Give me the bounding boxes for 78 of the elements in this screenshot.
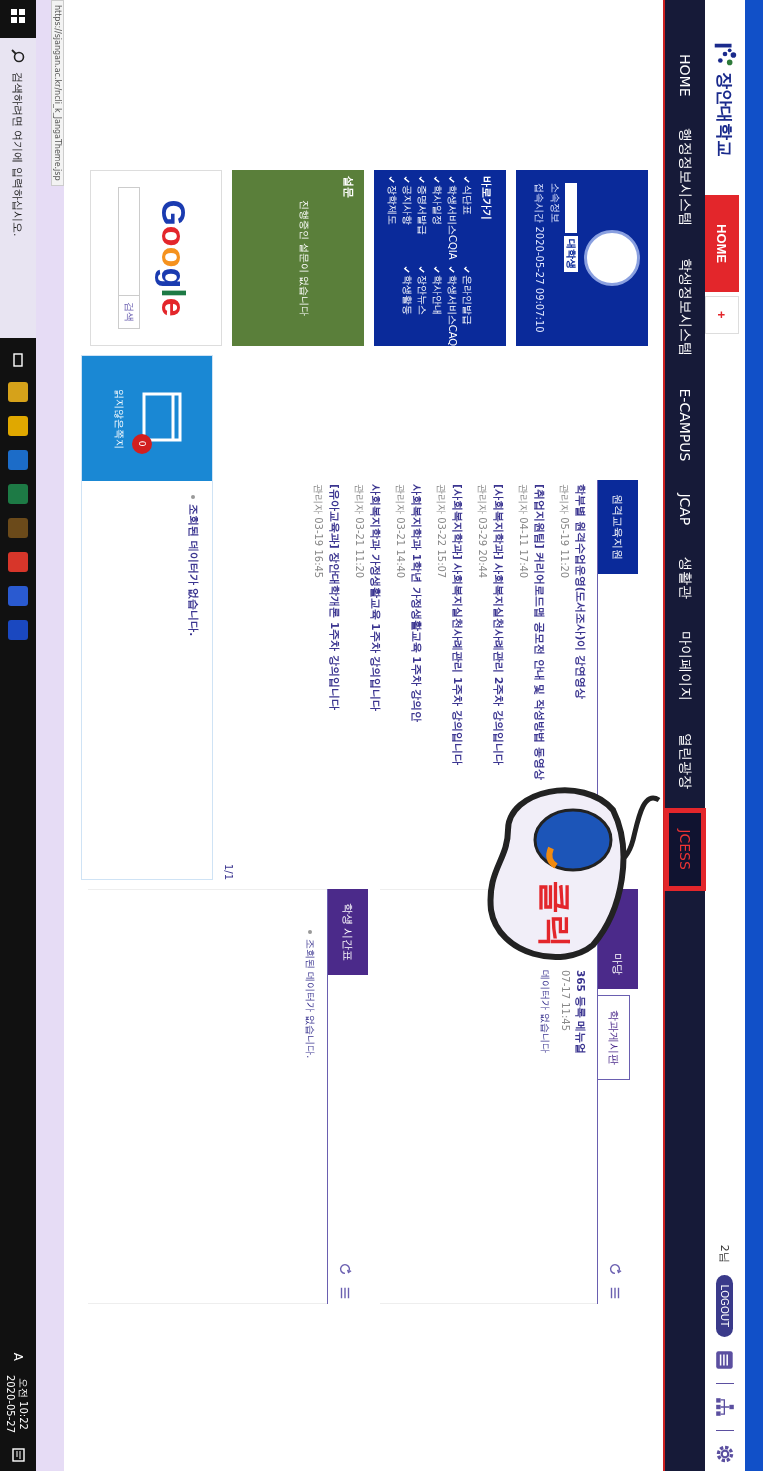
post-link[interactable]: [유아교육과] 장안대학개론 1주차 강의입니다: [327, 484, 341, 710]
logout-button[interactable]: LOGOUT: [716, 1274, 734, 1337]
card-title: 설문: [341, 176, 356, 200]
taskbar-search-field[interactable]: 검색하려면 여기에 입력하십시오.: [0, 38, 36, 338]
post-meta: 관리자 03-29 20:44: [476, 484, 489, 579]
card-title: 읽지않은쪽지: [113, 388, 126, 449]
sitemap-icon[interactable]: [714, 1396, 736, 1418]
quick-link[interactable]: 학사안내: [430, 265, 444, 347]
post-meta: 관리자 03-21 11:20: [353, 484, 366, 579]
post-link[interactable]: 365 등록 메뉴얼: [573, 970, 587, 1055]
nav-link[interactable]: 학생정보시스템: [668, 242, 702, 373]
nav-link[interactable]: E-CAMPUS: [669, 372, 701, 478]
nav-link[interactable]: JCAP: [669, 477, 701, 542]
tab[interactable]: 학과게시판: [598, 995, 630, 1080]
quick-link[interactable]: 학생활동: [400, 265, 414, 347]
profile-info: 접속시간 2020-05-27 09:07:10: [533, 183, 546, 333]
post-meta: 관리자 03-22 15:07: [435, 484, 448, 579]
redaction-block: [565, 183, 577, 234]
nav-link[interactable]: 행정정보시스템: [668, 112, 702, 243]
windows-start-icon[interactable]: [10, 8, 26, 24]
tab[interactable]: 학생 시간표: [328, 889, 368, 976]
post-link[interactable]: [취업지원팀] 커리어로드맵 공모전 안내 및 작성방법 동영상: [532, 484, 546, 780]
pager: 1/1: [223, 863, 234, 880]
user-name: 대학생: [564, 236, 578, 273]
refresh-icon[interactable]: [608, 1262, 622, 1276]
window-icon: [142, 391, 182, 442]
card-title: 바로가기: [480, 176, 493, 220]
logo-text: 장안대학교: [714, 72, 737, 157]
profile-info: 소속정보: [549, 183, 562, 226]
tab[interactable]: HOME: [705, 195, 739, 292]
post-link[interactable]: 학부별 원격수업운영(도서조사)이 강연영상: [573, 484, 587, 699]
post-meta: 관리자 03-21 14:40: [394, 484, 407, 579]
quick-link[interactable]: 온라인발급: [460, 265, 474, 347]
clock-date[interactable]: 2020-05-27: [5, 1374, 17, 1433]
user-name: 2님: [717, 1244, 733, 1263]
quick-link[interactable]: 학생서비스CAQ: [445, 265, 459, 347]
menu-icon[interactable]: [338, 1286, 352, 1300]
post-link[interactable]: 사회복지학과 1학년 가정생활교육 1주차 강의안: [409, 484, 423, 723]
survey-message: 진행중인 설문이 없습니다: [298, 198, 311, 319]
post-meta: 07-17 11:45: [560, 970, 571, 1032]
bullet-icon: [308, 930, 312, 934]
ime-indicator[interactable]: A: [11, 1352, 25, 1361]
tab[interactable]: +: [705, 296, 739, 334]
status-url: https://sjangan.ac.kr/ncli_k_JangaTheme.jsp: [51, 0, 64, 186]
quick-link[interactable]: 식단표: [460, 176, 474, 260]
post-meta: 관리자 05-19 11:20: [558, 484, 571, 579]
quick-link[interactable]: 학생서비스CQIA: [445, 176, 459, 260]
post-link[interactable]: [사회복지학과] 사회복지실천사례관리 2주차 강의입니다: [491, 484, 505, 765]
search-icon: [10, 48, 26, 64]
post-link[interactable]: 사회복지학과 가정생활교육 1주차 강의입니다: [368, 484, 382, 712]
post-meta: 관리자 04-11 17:40: [517, 484, 530, 579]
calendar-icon[interactable]: [714, 1349, 736, 1371]
menu-icon[interactable]: [608, 1286, 622, 1300]
nav-link[interactable]: 마이페이지: [668, 615, 702, 718]
post-meta: 관리자 03-19 16:45: [312, 484, 325, 579]
tab[interactable]: 원격교육지원: [598, 480, 638, 574]
empty-message: 데이터가 없습니다: [539, 970, 552, 1056]
avatar-circle: [584, 230, 640, 286]
clock-time[interactable]: 오전 10:22: [16, 1377, 31, 1430]
nav-link[interactable]: 생활관: [668, 541, 702, 616]
quick-link[interactable]: 장학제도: [385, 176, 399, 260]
empty-message: 조회된 데이터가 없습니다.: [304, 939, 317, 1059]
quick-link[interactable]: 공지사항: [400, 176, 414, 260]
task-view-icon[interactable]: [10, 352, 26, 368]
notification-icon[interactable]: [10, 1447, 26, 1463]
quick-link[interactable]: 학사일정: [430, 176, 444, 260]
click-label: 클릭: [535, 880, 577, 948]
count-badge: 0: [132, 433, 152, 454]
post-link[interactable]: [사회복지학과] 사회복지실천사례관리 1주차 강의입니다: [450, 484, 464, 765]
google-logo: Google: [154, 199, 194, 317]
bullet-icon: [191, 495, 195, 499]
empty-message: 조회된 데이터가 없습니다.: [187, 504, 200, 637]
quick-link[interactable]: 장안뉴스: [415, 265, 429, 347]
nav-link[interactable]: HOME: [669, 38, 701, 113]
settings-icon[interactable]: [714, 1443, 736, 1465]
refresh-icon[interactable]: [338, 1262, 352, 1276]
nav-link[interactable]: 열린광장: [668, 717, 702, 806]
quick-link[interactable]: 증명서발급: [415, 176, 429, 260]
